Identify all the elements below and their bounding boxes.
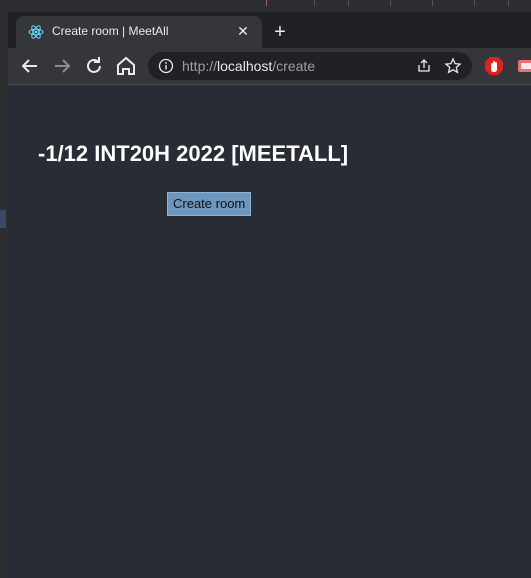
info-icon[interactable] bbox=[158, 58, 174, 74]
desktop-marker bbox=[0, 210, 6, 228]
page-viewport: -1/12 INT20H 2022 [MEETALL] Create room bbox=[8, 85, 531, 578]
desktop-edge-left bbox=[0, 0, 8, 578]
desktop-edge-top bbox=[8, 0, 531, 12]
create-room-button[interactable]: Create room bbox=[167, 192, 252, 216]
tab-title: Create room | MeetAll bbox=[52, 24, 169, 38]
reload-icon[interactable] bbox=[82, 54, 106, 78]
tab-close-icon[interactable]: ✕ bbox=[234, 22, 252, 40]
extension-icon[interactable] bbox=[516, 56, 531, 76]
home-icon[interactable] bbox=[114, 54, 138, 78]
new-tab-icon[interactable]: + bbox=[268, 20, 292, 44]
url-scheme: http:// bbox=[182, 58, 218, 74]
url-host: localhost bbox=[217, 58, 273, 74]
url-path: /create bbox=[272, 58, 316, 74]
browser-toolbar: http://localhost/create bbox=[8, 48, 531, 85]
share-icon[interactable] bbox=[416, 58, 432, 74]
address-bar[interactable]: http://localhost/create bbox=[148, 52, 472, 80]
adblock-extension-icon[interactable] bbox=[484, 56, 504, 76]
back-arrow-icon[interactable] bbox=[18, 54, 42, 78]
browser-tab[interactable]: Create room | MeetAll ✕ bbox=[16, 16, 262, 48]
tab-strip: Create room | MeetAll ✕ + bbox=[8, 12, 531, 48]
bookmark-star-icon[interactable] bbox=[444, 57, 462, 75]
page-title: -1/12 INT20H 2022 [MEETALL] bbox=[38, 141, 349, 166]
forward-arrow-icon[interactable] bbox=[50, 54, 74, 78]
url-text: http://localhost/create bbox=[182, 58, 315, 74]
react-atom-icon bbox=[28, 24, 44, 40]
